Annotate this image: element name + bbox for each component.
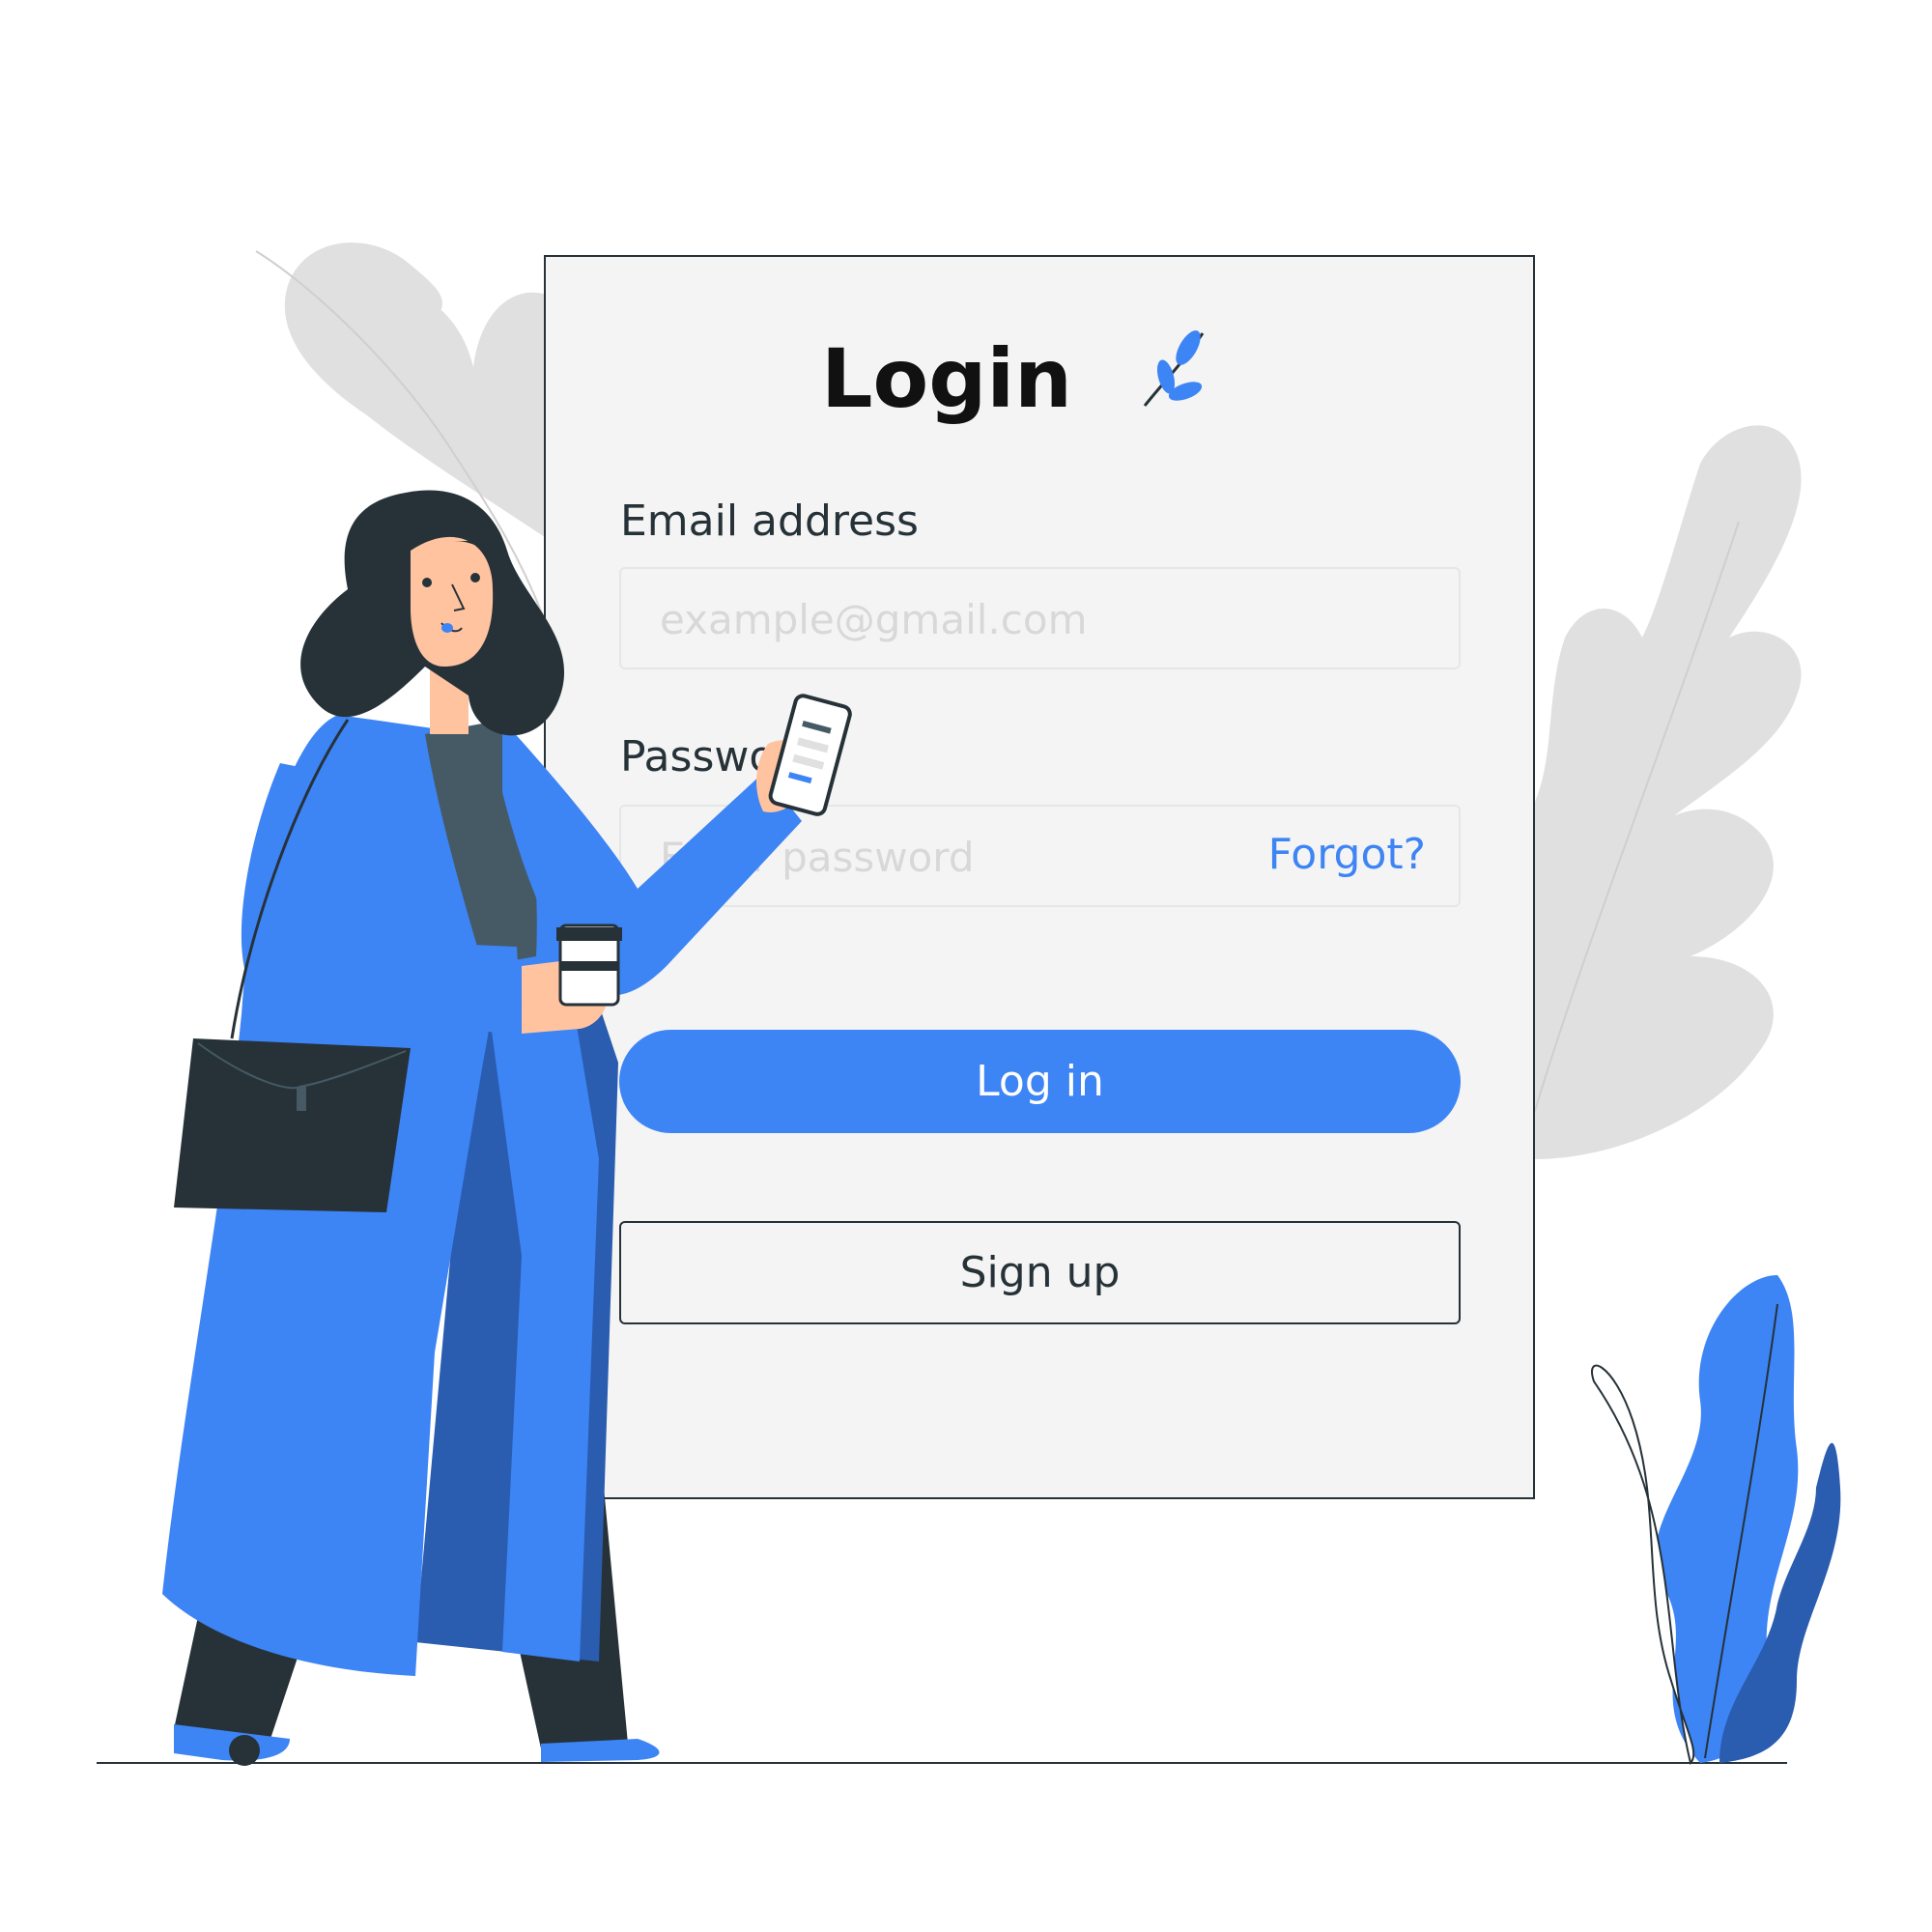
phone-icon [768,694,852,816]
illustration [97,490,1841,1766]
handbag-icon [174,1038,411,1212]
plant [1591,1275,1841,1765]
woman-figure [162,490,852,1766]
